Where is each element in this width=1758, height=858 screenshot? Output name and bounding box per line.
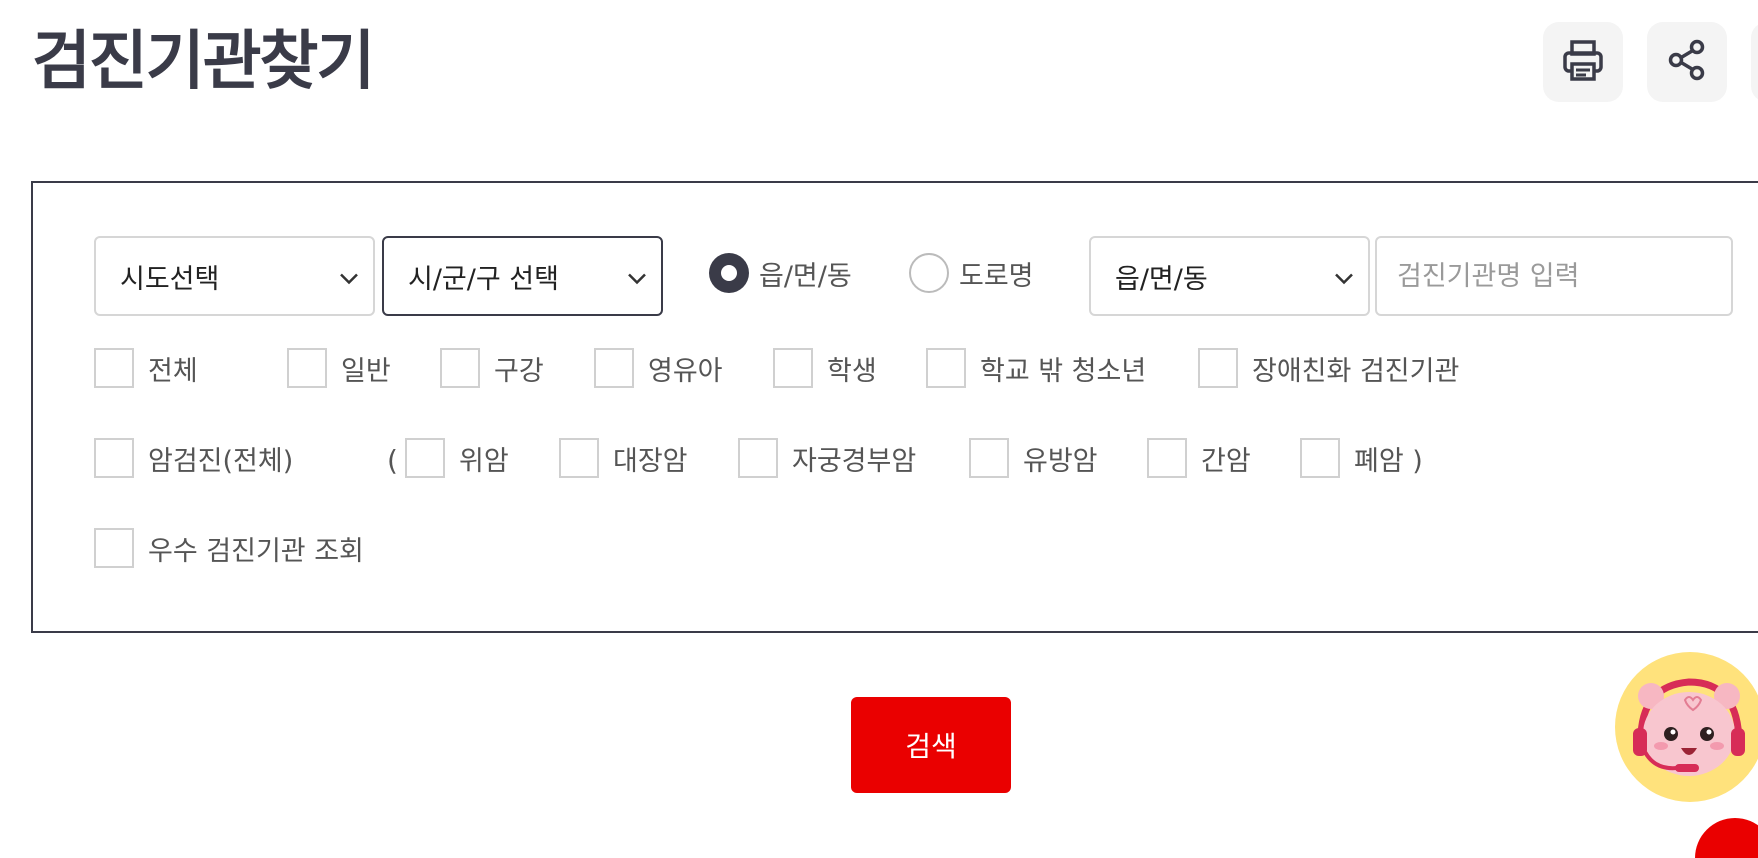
- checkbox-box[interactable]: [1147, 438, 1187, 478]
- checkbox-disability-friendly[interactable]: 장애친화 검진기관: [1198, 348, 1459, 388]
- radio-emd[interactable]: 읍/면/동: [709, 253, 852, 293]
- chatbot-mascot-button[interactable]: [1615, 652, 1758, 802]
- checkbox-box[interactable]: [926, 348, 966, 388]
- share-icon: [1665, 38, 1709, 86]
- checkbox-box[interactable]: [594, 348, 634, 388]
- checkbox-label: 학생: [827, 355, 877, 387]
- checkbox-box[interactable]: [1300, 438, 1340, 478]
- checkbox-label: 우수 검진기관 조회: [148, 535, 364, 567]
- sigungu-select-value: 시/군/구 선택: [408, 263, 559, 295]
- checkbox-cervical-cancer[interactable]: 자궁경부암: [738, 438, 916, 478]
- radio-road-name-indicator[interactable]: [909, 253, 949, 293]
- chevron-down-icon: [339, 261, 359, 292]
- checkbox-out-of-school-youth[interactable]: 학교 밖 청소년: [926, 348, 1146, 388]
- checkbox-box[interactable]: [94, 348, 134, 388]
- checkbox-colorectal-cancer[interactable]: 대장암: [559, 438, 688, 478]
- checkbox-box[interactable]: [94, 438, 134, 478]
- page-title: 검진기관찾기: [32, 25, 375, 99]
- checkbox-general[interactable]: 일반: [287, 348, 391, 388]
- chevron-down-icon: [627, 261, 647, 292]
- checkbox-label: 구강: [494, 355, 544, 387]
- sigungu-select[interactable]: 시/군/구 선택: [382, 236, 663, 316]
- checkbox-infant[interactable]: 영유아: [594, 348, 723, 388]
- chevron-down-icon: [1334, 261, 1354, 292]
- search-filter-panel: 시도선택 시/군/구 선택 읍/면/동 도로명 읍/면/동 전체 일반 구강: [31, 181, 1758, 633]
- radio-road-name[interactable]: 도로명: [909, 253, 1034, 293]
- share-button[interactable]: [1647, 22, 1727, 102]
- more-button[interactable]: [1751, 22, 1758, 102]
- checkbox-excellent-institution[interactable]: 우수 검진기관 조회: [94, 528, 364, 568]
- checkbox-label: 장애친화 검진기관: [1252, 355, 1460, 387]
- checkbox-label: 전체: [148, 355, 198, 387]
- radio-road-name-label: 도로명: [959, 260, 1034, 292]
- checkbox-label: 대장암: [613, 445, 688, 477]
- checkbox-label: 자궁경부암: [792, 445, 917, 477]
- checkbox-box[interactable]: [94, 528, 134, 568]
- checkbox-cancer-all[interactable]: 암검진(전체): [94, 438, 293, 478]
- open-paren: (: [387, 444, 398, 477]
- checkbox-label: 간암: [1201, 445, 1251, 477]
- radio-emd-indicator[interactable]: [709, 253, 749, 293]
- mascot-icon: [1615, 678, 1758, 802]
- checkbox-label: 학교 밖 청소년: [980, 355, 1147, 387]
- checkbox-label: 유방암: [1023, 445, 1098, 477]
- checkbox-label: 위암: [459, 445, 509, 477]
- institution-name-input[interactable]: [1375, 236, 1733, 316]
- sido-select-value: 시도선택: [120, 263, 220, 295]
- checkbox-label: 암검진(전체): [148, 445, 294, 477]
- checkbox-label: 일반: [341, 355, 391, 387]
- checkbox-box[interactable]: [1198, 348, 1238, 388]
- checkbox-box[interactable]: [559, 438, 599, 478]
- checkbox-lung-cancer[interactable]: 폐암 ): [1300, 438, 1423, 478]
- checkbox-box[interactable]: [969, 438, 1009, 478]
- checkbox-box[interactable]: [287, 348, 327, 388]
- checkbox-box[interactable]: [773, 348, 813, 388]
- checkbox-liver-cancer[interactable]: 간암: [1147, 438, 1251, 478]
- top-toolbar: [1543, 22, 1758, 102]
- search-button[interactable]: 검색: [851, 697, 1011, 793]
- checkbox-box[interactable]: [440, 348, 480, 388]
- emd-select[interactable]: 읍/면/동: [1089, 236, 1370, 316]
- checkbox-student[interactable]: 학생: [773, 348, 877, 388]
- print-icon: [1560, 37, 1606, 87]
- checkbox-all[interactable]: 전체: [94, 348, 198, 388]
- checkbox-label: 폐암 ): [1354, 445, 1423, 477]
- checkbox-breast-cancer[interactable]: 유방암: [969, 438, 1098, 478]
- print-button[interactable]: [1543, 22, 1623, 102]
- sido-select[interactable]: 시도선택: [94, 236, 375, 316]
- checkbox-oral[interactable]: 구강: [440, 348, 544, 388]
- checkbox-label: 영유아: [648, 355, 723, 387]
- floating-top-button[interactable]: [1695, 818, 1758, 858]
- checkbox-box[interactable]: [405, 438, 445, 478]
- checkbox-stomach-cancer[interactable]: 위암: [405, 438, 509, 478]
- checkbox-box[interactable]: [738, 438, 778, 478]
- emd-select-value: 읍/면/동: [1115, 263, 1208, 295]
- radio-emd-label: 읍/면/동: [759, 260, 852, 292]
